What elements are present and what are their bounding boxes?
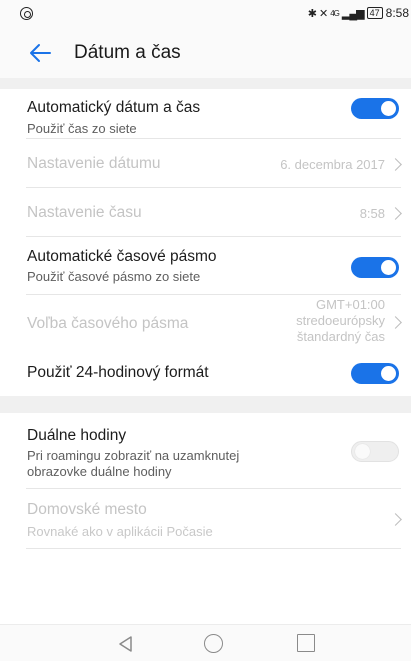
setting-timezone[interactable]: Voľba časového pásma GMT+01:00 stredoeur… [0, 295, 411, 351]
timezone-value: GMT+01:00 stredoeurópsky štandardný čas [296, 297, 385, 345]
auto-date-label: Automatický dátum a čas [27, 99, 201, 116]
bluetooth-icon: ✱ [307, 7, 317, 20]
set-date-label: Nastavenie dátumu [27, 155, 161, 172]
settings-section-main: Automatický dátum a čas Použiť čas zo si… [0, 89, 411, 396]
circle-notification-icon [20, 7, 33, 20]
auto-date-toggle[interactable] [351, 98, 399, 119]
network-label: 4G [330, 8, 340, 18]
page-title: Dátum a čas [74, 42, 181, 63]
status-bar: ✱ ✕ 4G ▂▄▆ 47 8:58 [0, 0, 411, 28]
chevron-right-icon [389, 513, 402, 526]
dual-clock-subtitle-line1: Pri roamingu zobraziť na uzamknutej [27, 448, 240, 463]
set-time-value: 8:58 [359, 206, 385, 221]
status-time: 8:58 [385, 6, 409, 20]
toggle-knob [381, 260, 396, 275]
screen: ✱ ✕ 4G ▂▄▆ 47 8:58 Dátum a čas Automatic… [0, 0, 411, 661]
dual-clock-subtitle: Pri roamingu zobraziť na uzamknutej obra… [27, 448, 239, 480]
triangle-back-icon[interactable] [116, 634, 136, 654]
set-date-value: 6. decembra 2017 [280, 157, 385, 172]
dual-clock-toggle[interactable] [351, 441, 399, 462]
auto-timezone-toggle[interactable] [351, 257, 399, 278]
setting-auto-date[interactable]: Automatický dátum a čas Použiť čas zo si… [0, 89, 411, 139]
settings-section-dual: Duálne hodiny Pri roamingu zobraziť na u… [0, 413, 411, 624]
toggle-knob [381, 366, 396, 381]
home-city-label: Domovské mesto [27, 501, 147, 518]
set-time-label: Nastavenie času [27, 204, 142, 221]
setting-auto-timezone[interactable]: Automatické časové pásmo Použiť časové p… [0, 237, 411, 295]
status-icons: ✱ ✕ 4G ▂▄▆ 47 8:58 [308, 6, 409, 20]
dual-clock-subtitle-line2: obrazovke duálne hodiny [27, 464, 172, 479]
signal-icon: ▂▄▆ [341, 7, 365, 20]
timezone-value-line1: GMT+01:00 [315, 297, 385, 312]
square-recents-icon[interactable] [297, 634, 315, 652]
chevron-right-icon [389, 316, 402, 329]
setting-set-date[interactable]: Nastavenie dátumu 6. decembra 2017 [0, 139, 411, 188]
app-header: Dátum a čas [0, 28, 411, 78]
row-divider [26, 548, 401, 549]
mute-icon: ✕ [319, 7, 328, 20]
dual-clock-label: Duálne hodiny [27, 427, 127, 444]
section-divider [0, 396, 411, 413]
auto-date-subtitle: Použiť čas zo siete [27, 121, 137, 136]
navigation-bar [0, 624, 411, 661]
battery-icon: 47 [366, 7, 383, 19]
timezone-value-line2: stredoeurópsky [296, 313, 385, 328]
setting-home-city[interactable]: Domovské mesto Rovnaké ako v aplikácii P… [0, 489, 411, 549]
auto-timezone-subtitle: Použiť časové pásmo zo siete [27, 269, 201, 284]
setting-set-time[interactable]: Nastavenie času 8:58 [0, 188, 411, 237]
home-city-subtitle: Rovnaké ako v aplikácii Počasie [27, 524, 213, 539]
toggle-knob [355, 444, 370, 459]
section-divider [0, 78, 411, 89]
setting-dual-clock[interactable]: Duálne hodiny Pri roamingu zobraziť na u… [0, 413, 411, 489]
auto-timezone-label: Automatické časové pásmo [27, 248, 217, 265]
format-24h-label: Použiť 24-hodinový formát [27, 364, 209, 381]
chevron-right-icon [389, 158, 402, 171]
chevron-right-icon [389, 207, 402, 220]
circle-home-icon[interactable] [204, 634, 223, 653]
format-24h-toggle[interactable] [351, 363, 399, 384]
setting-24h-format[interactable]: Použiť 24-hodinový formát [0, 351, 411, 396]
timezone-value-line3: štandardný čas [296, 329, 385, 344]
toggle-knob [381, 101, 396, 116]
arrow-left-icon[interactable] [28, 42, 52, 64]
timezone-label: Voľba časového pásma [27, 315, 189, 332]
